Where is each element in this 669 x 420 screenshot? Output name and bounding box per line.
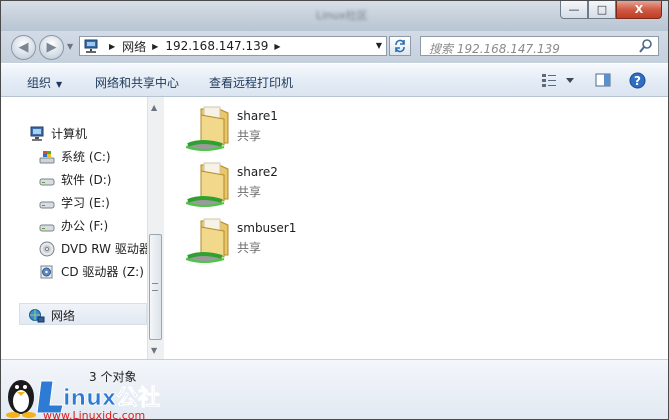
scroll-up-icon[interactable]: ▲ bbox=[151, 103, 157, 112]
address-history-dropdown-icon[interactable]: ▼ bbox=[376, 41, 382, 50]
refresh-icon bbox=[395, 39, 405, 53]
list-item[interactable]: share2 共享 bbox=[184, 161, 404, 209]
forward-arrow-icon: ▶ bbox=[46, 40, 57, 55]
nav-drive-label: DVD RW 驱动器 bbox=[61, 242, 151, 256]
preview-pane-icon bbox=[595, 73, 611, 87]
drive-icon bbox=[39, 178, 55, 185]
view-remote-printers-button[interactable]: 查看远程打印机 bbox=[209, 74, 293, 91]
window-title: Linux社区 bbox=[316, 9, 368, 22]
back-button[interactable]: ◀ bbox=[11, 35, 36, 60]
forward-button[interactable]: ▶ bbox=[39, 35, 64, 60]
recent-pages-dropdown-icon[interactable]: ▼ bbox=[67, 42, 73, 51]
drive-icon bbox=[39, 224, 55, 231]
nav-cd-drive[interactable]: CD 驱动器 (Z:) bbox=[39, 263, 144, 280]
file-list: share1 共享 share2 共享 smbuser1 共享 bbox=[164, 97, 668, 359]
search-placeholder: 搜索 192.168.147.139 bbox=[429, 42, 560, 56]
breadcrumb-separator-icon[interactable]: ▶ bbox=[274, 42, 280, 51]
organize-menu[interactable]: 组织 ▼ bbox=[27, 74, 62, 91]
refresh-button[interactable] bbox=[389, 36, 411, 56]
nav-network-label: 网络 bbox=[51, 309, 76, 323]
dvd-drive-icon bbox=[39, 241, 55, 256]
cd-drive-icon bbox=[40, 265, 53, 278]
nav-network[interactable]: 网络 bbox=[29, 307, 75, 324]
list-item[interactable]: share1 共享 bbox=[184, 105, 404, 153]
nav-drive-label: 软件 (D:) bbox=[61, 173, 112, 187]
close-button[interactable]: X bbox=[616, 1, 662, 19]
share-name: share2 bbox=[237, 165, 278, 179]
watermark-url: www.Linuxidc.com bbox=[43, 409, 145, 420]
windows-drive-icon bbox=[39, 150, 55, 163]
address-row: ◀ ▶ ▼ ▶ 网络 ▶ 192.168.147.139 ▶ ▼ 搜索 192.… bbox=[1, 31, 668, 63]
watermark-brand: inux公社 bbox=[63, 385, 160, 411]
share-type: 共享 bbox=[237, 129, 262, 143]
shared-folder-icon bbox=[185, 106, 229, 151]
chevron-down-icon: ▼ bbox=[56, 80, 63, 89]
navigation-pane: 计算机 系统 (C:) 软件 (D:) 学习 (E:) 办公 (F:) DVD … bbox=[1, 97, 151, 359]
nav-drive-label: 办公 (F:) bbox=[61, 219, 109, 233]
nav-dvd-drive[interactable]: DVD RW 驱动器 bbox=[39, 240, 151, 257]
network-sharing-center-button[interactable]: 网络和共享中心 bbox=[95, 74, 179, 91]
drive-icon bbox=[39, 201, 55, 208]
computer-icon bbox=[30, 126, 44, 141]
share-name: share1 bbox=[237, 109, 278, 123]
help-icon: ? bbox=[629, 72, 646, 89]
network-icon bbox=[84, 39, 98, 53]
list-item[interactable]: smbuser1 共享 bbox=[184, 217, 404, 265]
nav-drive-e[interactable]: 学习 (E:) bbox=[39, 194, 110, 211]
view-options-icon bbox=[542, 74, 574, 87]
nav-computer-label: 计算机 bbox=[51, 127, 88, 141]
navigation-scrollbar[interactable]: ▲ ▼ bbox=[147, 97, 164, 359]
linuxidc-watermark-logo: inux公社 www.Linuxidc.com bbox=[6, 380, 160, 420]
breadcrumb-separator-icon[interactable]: ▶ bbox=[152, 42, 158, 51]
shared-folder-icon bbox=[185, 218, 229, 263]
search-box[interactable]: 搜索 192.168.147.139 bbox=[420, 36, 659, 56]
nav-computer[interactable]: 计算机 bbox=[29, 125, 87, 142]
organize-label: 组织 bbox=[27, 76, 52, 90]
nav-drive-label: CD 驱动器 (Z:) bbox=[61, 265, 144, 279]
network-globe-icon bbox=[29, 308, 45, 322]
scrollbar-grip-icon bbox=[152, 283, 158, 291]
nav-drive-label: 系统 (C:) bbox=[61, 150, 111, 164]
share-type: 共享 bbox=[237, 241, 262, 255]
nav-drive-label: 学习 (E:) bbox=[61, 196, 110, 210]
back-arrow-icon: ◀ bbox=[18, 40, 29, 55]
command-bar: 组织 ▼ 网络和共享中心 查看远程打印机 ? bbox=[1, 63, 668, 97]
breadcrumb-host[interactable]: 192.168.147.139 bbox=[165, 39, 268, 53]
scroll-down-icon[interactable]: ▼ bbox=[151, 346, 157, 355]
title-bar[interactable]: Linux社区 — □ X bbox=[1, 1, 668, 31]
preview-pane-button[interactable] bbox=[595, 72, 611, 91]
explorer-window: Linux社区 — □ X ◀ ▶ ▼ ▶ 网络 ▶ 192.168.147.1… bbox=[0, 0, 669, 420]
minimize-button[interactable]: — bbox=[560, 1, 588, 19]
share-name: smbuser1 bbox=[237, 221, 297, 235]
breadcrumb-separator-icon[interactable]: ▶ bbox=[109, 42, 115, 51]
share-type: 共享 bbox=[237, 185, 262, 199]
help-button[interactable]: ? bbox=[629, 72, 646, 92]
svg-text:?: ? bbox=[634, 74, 641, 88]
address-bar[interactable]: ▶ 网络 ▶ 192.168.147.139 ▶ ▼ bbox=[79, 36, 387, 56]
breadcrumb-network[interactable]: 网络 bbox=[122, 38, 146, 55]
search-icon[interactable] bbox=[638, 38, 654, 54]
caption-buttons: — □ X bbox=[560, 1, 662, 19]
nav-drive-d[interactable]: 软件 (D:) bbox=[39, 171, 111, 188]
nav-drive-c[interactable]: 系统 (C:) bbox=[39, 148, 111, 165]
maximize-button[interactable]: □ bbox=[588, 1, 616, 19]
nav-drive-f[interactable]: 办公 (F:) bbox=[39, 217, 108, 234]
shared-folder-icon bbox=[185, 162, 229, 207]
change-view-button[interactable] bbox=[541, 72, 575, 91]
